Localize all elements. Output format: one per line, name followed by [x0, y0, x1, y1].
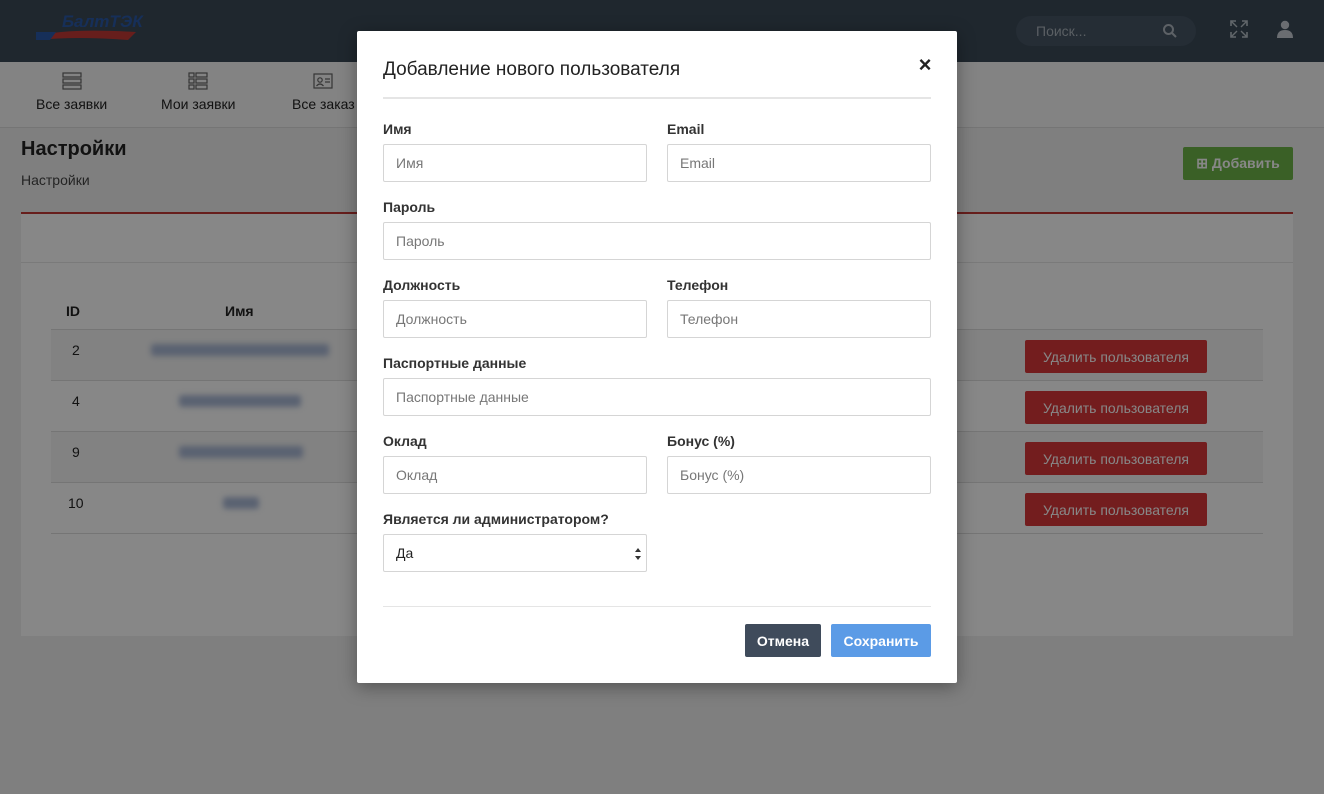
save-button[interactable]: Сохранить	[831, 624, 931, 657]
cancel-button[interactable]: Отмена	[745, 624, 821, 657]
email-label: Email	[667, 121, 705, 137]
bonus-label: Бонус (%)	[667, 433, 735, 449]
salary-label: Оклад	[383, 433, 427, 449]
position-field[interactable]	[383, 300, 647, 338]
modal-title: Добавление нового пользователя	[383, 59, 681, 80]
email-field[interactable]	[667, 144, 931, 182]
bonus-field[interactable]	[667, 456, 931, 494]
is-admin-select[interactable]: Да	[383, 534, 647, 572]
modal-footer-divider	[383, 606, 931, 607]
is-admin-label: Является ли администратором?	[383, 511, 609, 527]
name-label: Имя	[383, 121, 412, 137]
phone-label: Телефон	[667, 277, 729, 293]
passport-field[interactable]	[383, 378, 931, 416]
select-arrows-icon	[635, 548, 641, 560]
passport-label: Паспортные данные	[383, 355, 527, 371]
password-label: Пароль	[383, 199, 436, 215]
position-label: Должность	[383, 277, 461, 293]
phone-field[interactable]	[667, 300, 931, 338]
salary-field[interactable]	[383, 456, 647, 494]
add-user-modal: Добавление нового пользователя × Имя Ema…	[357, 31, 957, 683]
is-admin-value: Да	[396, 545, 414, 561]
close-icon[interactable]: ×	[913, 53, 937, 77]
name-field[interactable]	[383, 144, 647, 182]
password-field[interactable]	[383, 222, 931, 260]
modal-header-divider	[383, 97, 931, 99]
